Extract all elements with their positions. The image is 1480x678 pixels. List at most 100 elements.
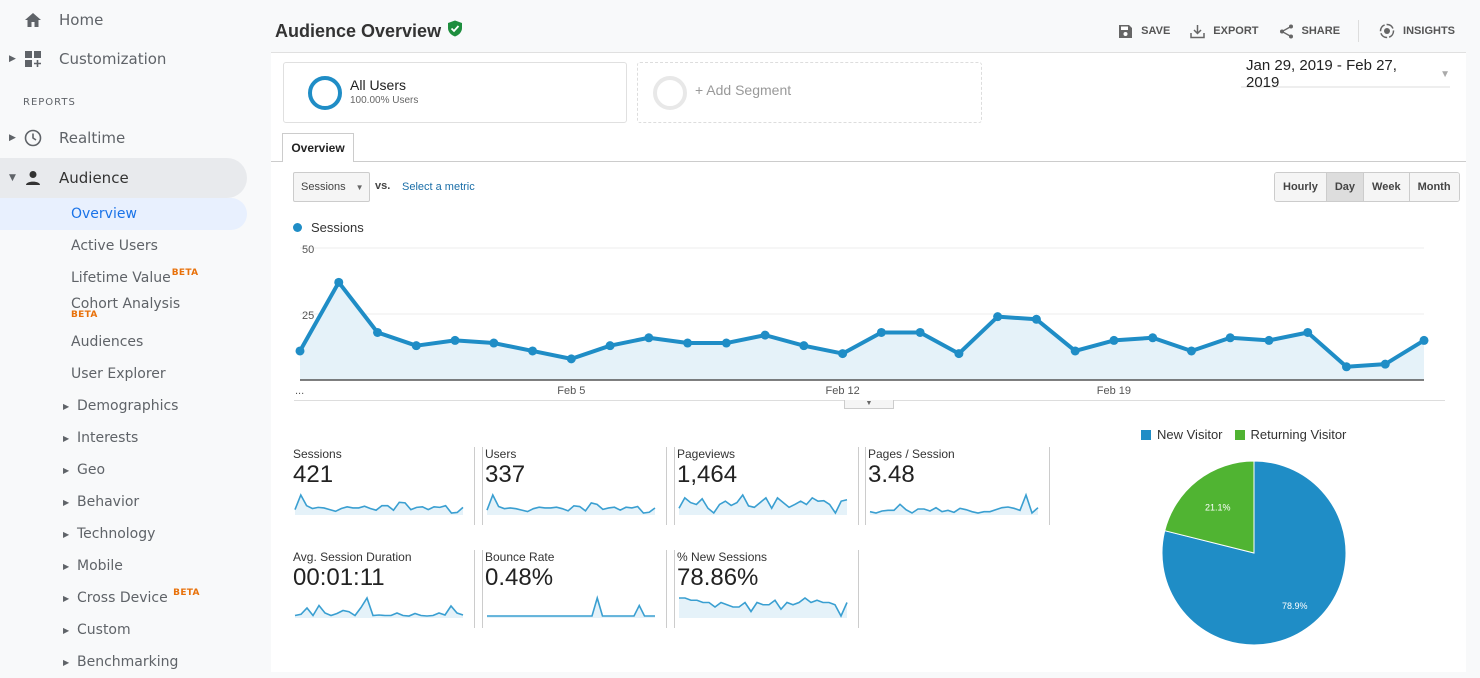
sidebar-item-cross-device[interactable]: ▶ Cross Device BETA (0, 582, 247, 614)
sparkline-fill (487, 598, 655, 618)
scorecard-pages-session[interactable]: Pages / Session 3.48 (865, 447, 1050, 529)
clock-icon (23, 128, 43, 148)
data-point[interactable] (1225, 333, 1235, 343)
person-icon (23, 168, 43, 188)
add-segment-button[interactable]: + Add Segment (637, 62, 982, 123)
data-point[interactable] (876, 327, 886, 337)
data-point[interactable] (450, 335, 460, 345)
scorecard-value: 0.48% (485, 564, 554, 591)
caret-right-icon: ▶ (63, 657, 70, 667)
chart-collapse-toggle[interactable]: ▼ (844, 400, 894, 409)
nav-customization-label: Customization (59, 50, 167, 68)
y-tick-label: 50 (302, 244, 314, 256)
tab-overview-label: Overview (291, 141, 345, 155)
sidebar-item-user-explorer[interactable]: User Explorer (0, 358, 247, 390)
sidebar-item-custom[interactable]: ▶ Custom (0, 614, 247, 646)
data-point[interactable] (1186, 346, 1196, 356)
sidebar-item-overview[interactable]: Overview (0, 198, 247, 230)
sidebar-item-behavior[interactable]: ▶ Behavior (0, 486, 247, 518)
metric-dropdown[interactable]: Sessions ▼ (293, 172, 370, 202)
beta-badge: BETA (173, 588, 200, 598)
data-point[interactable] (993, 312, 1003, 322)
visitor-pie-chart[interactable]: 78.9% 21.1% (1155, 455, 1355, 655)
sidebar-item-label: Geo (77, 462, 106, 478)
data-point[interactable] (373, 327, 383, 337)
date-range-picker[interactable]: Jan 29, 2019 - Feb 27, 2019 ▼ (1241, 57, 1450, 91)
sidebar-item-label: Behavior (77, 494, 140, 510)
week-button[interactable]: Week (1364, 173, 1410, 201)
data-point[interactable] (489, 338, 499, 348)
data-point[interactable] (411, 341, 421, 351)
data-point[interactable] (1031, 314, 1041, 324)
shield-check-icon (447, 20, 463, 42)
nav-audience[interactable]: ▼ Audience (0, 158, 247, 198)
data-point[interactable] (644, 333, 654, 343)
legend-dot-icon (293, 223, 302, 232)
data-point[interactable] (1264, 335, 1274, 345)
month-button[interactable]: Month (1409, 173, 1459, 201)
hourly-button[interactable]: Hourly (1275, 173, 1327, 201)
dashboard-plus-icon (23, 49, 43, 69)
caret-right-icon: ▶ (63, 593, 70, 603)
sidebar-item-mobile[interactable]: ▶ Mobile (0, 550, 247, 582)
sidebar-item-active-users[interactable]: Active Users (0, 230, 247, 262)
data-point[interactable] (915, 327, 925, 337)
sidebar-item-label: Technology (77, 526, 156, 542)
data-point[interactable] (683, 338, 693, 348)
chevron-down-icon: ▼ (1440, 68, 1450, 80)
insights-button[interactable]: INSIGHTS (1379, 23, 1455, 39)
data-point[interactable] (954, 349, 964, 359)
data-point[interactable] (1070, 346, 1080, 356)
data-point[interactable] (838, 349, 848, 359)
sidebar-item-geo[interactable]: ▶ Geo (0, 454, 247, 486)
insights-icon (1379, 23, 1395, 39)
data-point[interactable] (760, 330, 770, 340)
caret-right-icon: ▶ (63, 529, 70, 539)
scorecard-label: Bounce Rate (485, 550, 555, 564)
scorecard-value: 421 (293, 461, 334, 488)
scorecard-bounce-rate[interactable]: Bounce Rate 0.48% (482, 550, 667, 632)
sidebar-item-benchmarking[interactable]: ▶ Benchmarking (0, 646, 247, 678)
scorecard-sessions[interactable]: Sessions 421 (293, 447, 475, 529)
scorecard-pageviews[interactable]: Pageviews 1,464 (674, 447, 859, 529)
vs-label: VS. (375, 180, 391, 192)
sparkline (487, 595, 655, 618)
sessions-line-chart[interactable]: 25 50... Feb 5 Feb 12 Feb 19 (285, 240, 1445, 400)
sparkline (869, 492, 1039, 515)
data-point[interactable] (605, 341, 615, 351)
tab-overview[interactable]: Overview (282, 133, 354, 162)
tab-divider (271, 161, 1466, 162)
data-point[interactable] (528, 346, 538, 356)
scorecard-divider (474, 447, 475, 525)
scorecard-avg-session-duration[interactable]: Avg. Session Duration 00:01:11 (293, 550, 475, 632)
x-tick-label: ... (295, 385, 304, 397)
data-point[interactable] (566, 354, 576, 364)
segment-all-users[interactable]: All Users 100.00% Users (283, 62, 627, 123)
sidebar-item-interests[interactable]: ▶ Interests (0, 422, 247, 454)
scorecard-new-sessions[interactable]: % New Sessions 78.86% (674, 550, 859, 632)
legend-label: New Visitor (1157, 427, 1223, 442)
data-point[interactable] (1419, 335, 1429, 345)
sidebar-item-audiences[interactable]: Audiences (0, 326, 247, 358)
data-point[interactable] (1303, 327, 1313, 337)
data-point[interactable] (1148, 333, 1158, 343)
sidebar: Home ▶ Customization REPORTS ▶ Realtime … (0, 0, 270, 672)
data-point[interactable] (1380, 359, 1390, 369)
data-point[interactable] (334, 277, 344, 287)
select-metric-link[interactable]: Select a metric (402, 181, 475, 193)
data-point[interactable] (721, 338, 731, 348)
sparkline (486, 493, 656, 515)
data-point[interactable] (799, 341, 809, 351)
scorecard-users[interactable]: Users 337 (482, 447, 667, 529)
data-point[interactable] (1341, 362, 1351, 372)
day-button[interactable]: Day (1326, 173, 1365, 201)
sidebar-item-cohort-analysis[interactable]: Cohort Analysis BETA (0, 290, 247, 326)
data-point[interactable] (1109, 335, 1119, 345)
data-point[interactable] (295, 346, 305, 356)
sidebar-item-demographics[interactable]: ▶ Demographics (0, 390, 247, 422)
sidebar-item-label: Audiences (71, 334, 144, 350)
share-button[interactable]: SHARE (1279, 24, 1340, 39)
save-button[interactable]: SAVE (1118, 24, 1170, 39)
sidebar-item-technology[interactable]: ▶ Technology (0, 518, 247, 550)
export-button[interactable]: EXPORT (1190, 24, 1259, 39)
